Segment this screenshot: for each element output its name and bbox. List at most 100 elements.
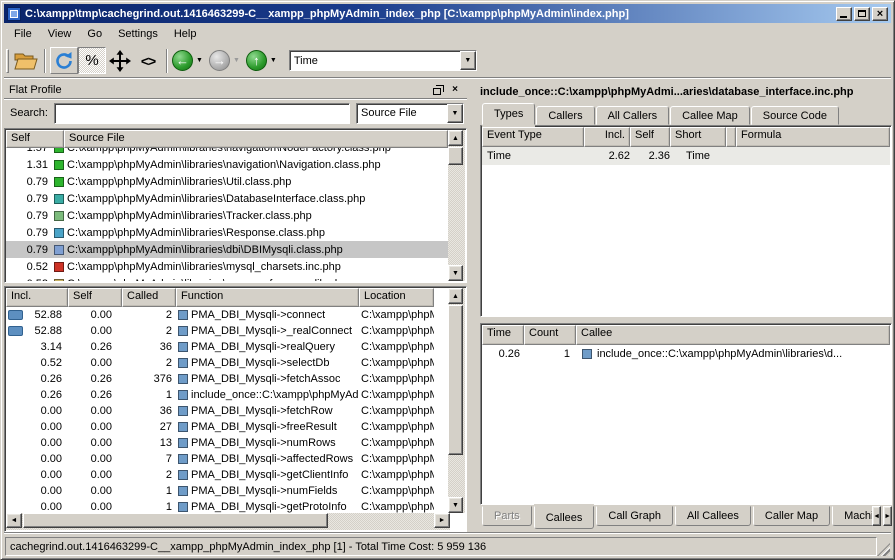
resize-grip[interactable] bbox=[877, 543, 890, 556]
column-header-spacer[interactable] bbox=[726, 127, 736, 147]
tab-all-callers[interactable]: All Callers bbox=[596, 106, 670, 125]
file-row[interactable]: 1.57 C:\xampp\phpMyAdmin\libraries\navig… bbox=[6, 148, 448, 156]
tab-machine[interactable]: Machine bbox=[832, 506, 872, 526]
column-header-self[interactable]: Self bbox=[68, 288, 122, 307]
self-cost: 0.00 bbox=[68, 405, 122, 417]
relative-cost-button[interactable] bbox=[106, 47, 134, 74]
scroll-right-icon[interactable]: ► bbox=[434, 513, 450, 528]
dock-float-button[interactable] bbox=[431, 83, 445, 96]
function-list-hscrollbar[interactable]: ◄ ► bbox=[6, 513, 450, 530]
callee-row[interactable]: 0.26 1 include_once::C:\xampp\phpMyAdmin… bbox=[482, 345, 890, 363]
column-header-location[interactable]: Location bbox=[359, 288, 434, 307]
column-header-function[interactable]: Function bbox=[176, 288, 359, 307]
function-row[interactable]: 0.00 0.00 1 PMA_DBI_Mysqli->numFields C:… bbox=[6, 483, 434, 499]
function-row[interactable]: 0.00 0.00 7 PMA_DBI_Mysqli->affectedRows… bbox=[6, 451, 434, 467]
column-header-incl[interactable]: Incl. bbox=[584, 127, 630, 147]
group-by-select[interactable]: Source File ▼ bbox=[356, 103, 464, 124]
file-row[interactable]: 0.79 C:\xampp\phpMyAdmin\libraries\Respo… bbox=[6, 224, 448, 241]
event-row[interactable]: Time 2.62 2.36 Time bbox=[482, 147, 890, 165]
function-row[interactable]: 52.88 0.00 2 PMA_DBI_Mysqli->connect C:\… bbox=[6, 307, 434, 323]
scroll-up-icon[interactable]: ▲ bbox=[448, 288, 463, 304]
menu-file[interactable]: File bbox=[6, 26, 40, 42]
function-row[interactable]: 3.14 0.26 36 PMA_DBI_Mysqli->realQuery C… bbox=[6, 339, 434, 355]
search-input[interactable] bbox=[54, 103, 350, 124]
scroll-up-icon[interactable]: ▲ bbox=[448, 130, 463, 146]
scrollbar-thumb[interactable] bbox=[23, 513, 328, 528]
function-row[interactable]: 52.88 0.00 2 PMA_DBI_Mysqli->_realConnec… bbox=[6, 323, 434, 339]
function-row[interactable]: 0.00 0.00 13 PMA_DBI_Mysqli->numRows C:\… bbox=[6, 435, 434, 451]
column-header-callee[interactable]: Callee bbox=[576, 325, 890, 345]
event-type-select[interactable]: Time ▼ bbox=[289, 50, 477, 71]
reload-button[interactable] bbox=[50, 47, 78, 74]
event-name: Time bbox=[482, 150, 584, 162]
up-dropdown-icon[interactable]: ▼ bbox=[270, 57, 277, 64]
menu-view[interactable]: View bbox=[40, 26, 80, 42]
column-header-event-type[interactable]: Event Type bbox=[482, 127, 584, 147]
column-header-time[interactable]: Time bbox=[482, 325, 524, 345]
title-bar[interactable]: C:\xampp\tmp\cachegrind.out.1416463299-C… bbox=[4, 4, 891, 23]
back-dropdown-icon[interactable]: ▼ bbox=[196, 57, 203, 64]
file-row[interactable]: 0.79 C:\xampp\phpMyAdmin\libraries\Track… bbox=[6, 207, 448, 224]
function-row[interactable]: 0.52 0.00 2 PMA_DBI_Mysqli->selectDb C:\… bbox=[6, 355, 434, 371]
toolbar-handle[interactable] bbox=[6, 49, 9, 73]
forward-button[interactable]: → bbox=[209, 50, 230, 71]
function-row[interactable]: 0.00 0.00 2 PMA_DBI_Mysqli->getClientInf… bbox=[6, 467, 434, 483]
chevron-down-icon[interactable]: ▼ bbox=[460, 51, 476, 70]
up-button[interactable]: ↑ bbox=[246, 50, 267, 71]
flat-profile-dock-titlebar[interactable]: Flat Profile × bbox=[4, 81, 467, 99]
column-header-count[interactable]: Count bbox=[524, 325, 576, 345]
tab-scroll-right-icon[interactable]: ► bbox=[883, 506, 892, 526]
scroll-left-icon[interactable]: ◄ bbox=[6, 513, 22, 528]
tab-callee-map[interactable]: Callee Map bbox=[670, 106, 750, 125]
tab-scroll-left-icon[interactable]: ◄ bbox=[872, 506, 881, 526]
tab-all-callees[interactable]: All Callees bbox=[675, 506, 751, 526]
column-header-incl[interactable]: Incl. bbox=[6, 288, 68, 307]
file-row[interactable]: 0.52 C:\xampp\phpMyAdmin\libraries\mysql… bbox=[6, 258, 448, 275]
open-folder-icon bbox=[14, 51, 38, 71]
file-row[interactable]: 0.52 C:\xampp\phpMyAdmin\libraries\user_… bbox=[6, 275, 448, 281]
column-header-self[interactable]: Self bbox=[630, 127, 670, 147]
maximize-button[interactable] bbox=[854, 7, 870, 21]
function-row[interactable]: 0.26 0.26 376 PMA_DBI_Mysqli->fetchAssoc… bbox=[6, 371, 434, 387]
tab-caller-map[interactable]: Caller Map bbox=[753, 506, 830, 526]
menu-go[interactable]: Go bbox=[79, 26, 110, 42]
column-header-formula[interactable]: Formula bbox=[736, 127, 890, 147]
file-row[interactable]: 0.79 C:\xampp\phpMyAdmin\libraries\Datab… bbox=[6, 190, 448, 207]
search-input-field[interactable] bbox=[55, 104, 349, 123]
tab-source-code[interactable]: Source Code bbox=[751, 106, 839, 125]
function-list-vscrollbar[interactable]: ▲ ▼ bbox=[448, 288, 465, 513]
file-row[interactable]: 0.79 C:\xampp\phpMyAdmin\libraries\Util.… bbox=[6, 173, 448, 190]
tab-callees[interactable]: Callees bbox=[534, 506, 595, 529]
menu-help[interactable]: Help bbox=[166, 26, 205, 42]
function-row[interactable]: 0.00 0.00 1 PMA_DBI_Mysqli->getProtoInfo… bbox=[6, 499, 434, 514]
callee-count: 1 bbox=[524, 348, 576, 360]
tab-call-graph[interactable]: Call Graph bbox=[596, 506, 673, 526]
column-header-short[interactable]: Short bbox=[670, 127, 726, 147]
function-row[interactable]: 0.00 0.00 27 PMA_DBI_Mysqli->freeResult … bbox=[6, 419, 434, 435]
chevron-down-icon[interactable]: ▼ bbox=[447, 104, 463, 123]
scroll-down-icon[interactable]: ▼ bbox=[448, 497, 463, 513]
file-row[interactable]: 1.31 C:\xampp\phpMyAdmin\libraries\navig… bbox=[6, 156, 448, 173]
back-button[interactable]: ← bbox=[172, 50, 193, 71]
close-button[interactable]: × bbox=[872, 7, 888, 21]
shorten-templates-button[interactable]: <> bbox=[134, 47, 162, 74]
file-list-scrollbar[interactable]: ▲ ▼ bbox=[448, 130, 465, 281]
tab-callers[interactable]: Callers bbox=[536, 106, 594, 125]
column-header-source-file[interactable]: Source File bbox=[64, 130, 448, 148]
minimize-button[interactable] bbox=[836, 7, 852, 21]
column-header-called[interactable]: Called bbox=[122, 288, 176, 307]
scrollbar-thumb[interactable] bbox=[448, 147, 463, 165]
dock-close-button[interactable]: × bbox=[448, 83, 462, 96]
percent-toggle-button[interactable]: % bbox=[78, 47, 106, 74]
incl-cost: 3.14 bbox=[6, 341, 68, 353]
file-row-selected[interactable]: 0.79 C:\xampp\phpMyAdmin\libraries\dbi\D… bbox=[6, 241, 448, 258]
function-row[interactable]: 0.00 0.00 36 PMA_DBI_Mysqli->fetchRow C:… bbox=[6, 403, 434, 419]
scrollbar-thumb[interactable] bbox=[448, 305, 463, 455]
scroll-down-icon[interactable]: ▼ bbox=[448, 265, 463, 281]
open-file-button[interactable] bbox=[12, 47, 40, 74]
function-row[interactable]: 0.26 0.26 1 include_once::C:\xampp\phpMy… bbox=[6, 387, 434, 403]
callee-table-header: Time Count Callee bbox=[482, 325, 890, 345]
menu-settings[interactable]: Settings bbox=[110, 26, 166, 42]
column-header-self[interactable]: Self bbox=[6, 130, 64, 148]
tab-types[interactable]: Types bbox=[482, 103, 535, 125]
